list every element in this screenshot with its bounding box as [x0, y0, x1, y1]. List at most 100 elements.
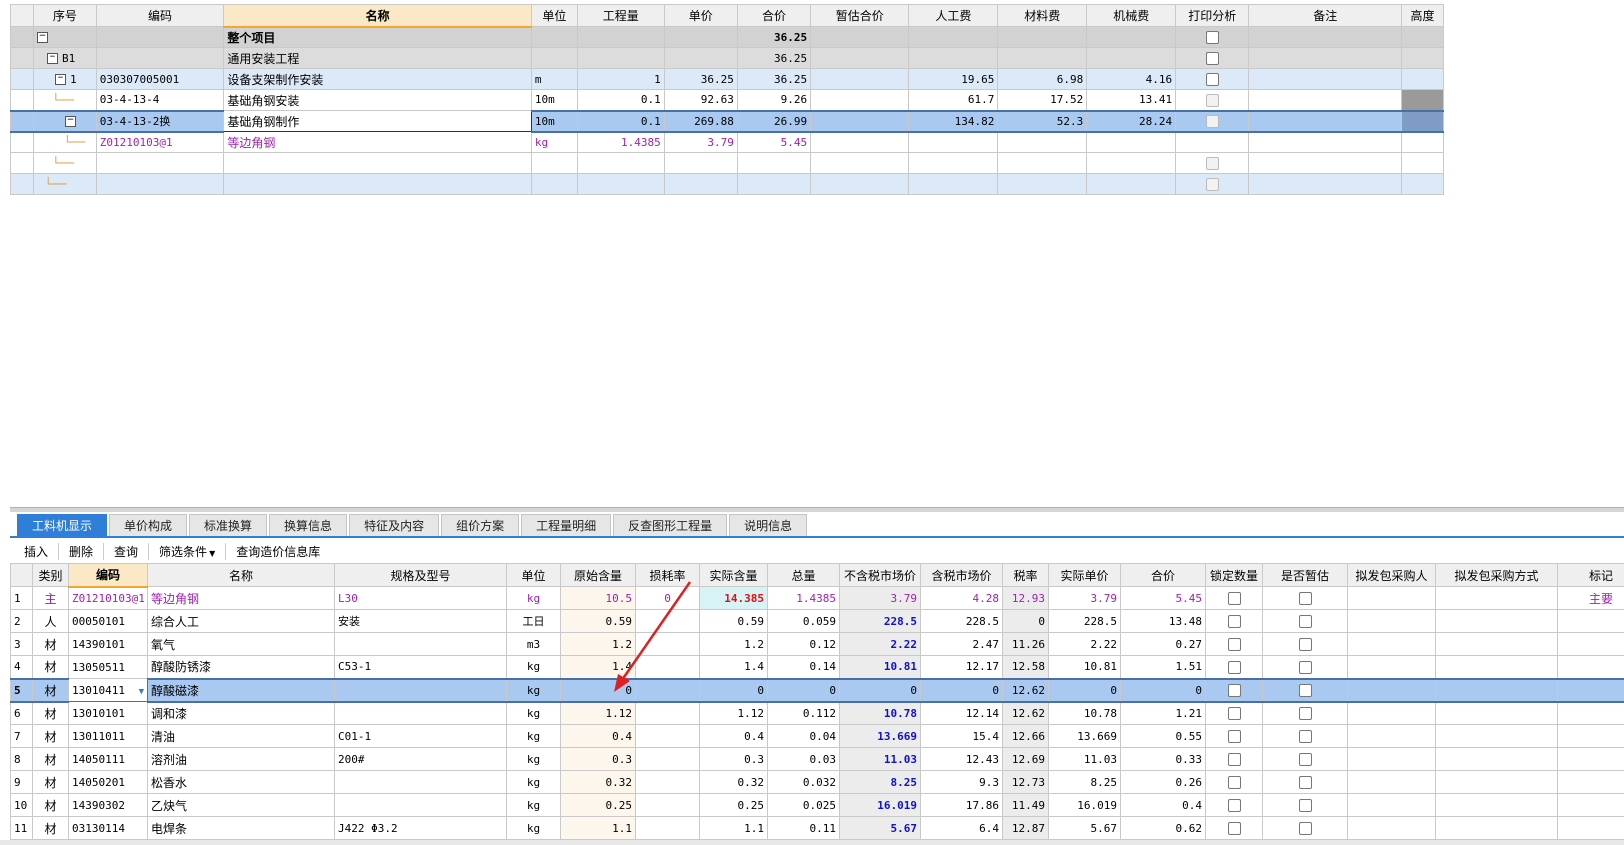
tab-unit-price-composition[interactable]: 单价构成	[109, 514, 188, 537]
table-row-selected[interactable]: 5 材 13010411 ▼ 醇酸磁漆 kg 0 0 0 0 0 12.62 0 0	[10, 677, 1624, 703]
purchase-method-cell[interactable]	[1435, 609, 1558, 633]
tax-rate-cell[interactable]: 0	[1002, 609, 1049, 633]
price-ex-tax-cell[interactable]: 2.22	[839, 632, 921, 656]
lock-qty-cell[interactable]	[1205, 632, 1263, 656]
tax-rate-cell[interactable]: 12.69	[1002, 747, 1049, 771]
query-button[interactable]: 查询	[104, 542, 150, 560]
orig-content-cell[interactable]: 0.4	[560, 724, 636, 748]
checkbox[interactable]	[1227, 753, 1241, 766]
name-cell[interactable]: 等边角钢	[147, 586, 335, 610]
code-cell[interactable]: Z01210103@1	[95, 131, 225, 153]
price-in-tax-cell[interactable]: 17.86	[920, 793, 1003, 817]
loss-rate-cell[interactable]	[635, 793, 700, 817]
price-ex-tax-cell[interactable]: 3.79	[839, 586, 921, 610]
name-cell[interactable]: 清油	[147, 724, 335, 748]
loss-rate-cell[interactable]	[635, 724, 700, 748]
empty-cell[interactable]	[223, 173, 532, 195]
tab-standard-conversion[interactable]: 标准换算	[189, 514, 268, 537]
price-ex-tax-cell[interactable]: 10.78	[839, 701, 921, 725]
table-row[interactable]: 3 材 14390101 氧气 m3 1.2 1.2 0.12 2.22 2.47 11.26 2.2…	[10, 632, 1624, 656]
code-cell[interactable]: 03-4-13-2换	[95, 109, 225, 133]
seq-cell[interactable]: └──	[33, 131, 97, 153]
delete-button[interactable]: 删除	[59, 542, 105, 560]
spec-cell[interactable]: 安装	[334, 609, 507, 633]
dropdown-caret-icon[interactable]: ▼	[139, 687, 144, 697]
upper-item-grid[interactable]: 序号 编码 名称 单位 工程量 单价 合价 暂估合价 人工费 材料费 机械费 打…	[10, 4, 1444, 195]
type-cell[interactable]: 材	[32, 632, 69, 656]
price-ex-tax-cell[interactable]: 0	[839, 677, 921, 703]
empty-cell[interactable]	[663, 152, 738, 174]
empty-cell[interactable]	[1086, 152, 1177, 174]
col-header-actual-content[interactable]: 实际含量	[699, 563, 768, 587]
spec-cell[interactable]: 200#	[334, 747, 507, 771]
empty-cell[interactable]	[530, 152, 578, 174]
loss-rate-cell[interactable]	[635, 770, 700, 794]
mark-cell[interactable]	[1557, 747, 1624, 771]
name-cell[interactable]: 综合人工	[147, 609, 335, 633]
purchase-method-cell[interactable]	[1435, 793, 1558, 817]
price-ex-tax-cell[interactable]: 16.019	[839, 793, 921, 817]
spec-cell[interactable]	[334, 770, 507, 794]
price-ex-tax-cell[interactable]: 5.67	[839, 816, 921, 840]
actual-content-cell[interactable]: 1.12	[699, 701, 768, 725]
purchase-method-cell[interactable]	[1435, 655, 1558, 679]
name-cell[interactable]: 氧气	[147, 632, 335, 656]
unit-cell[interactable]: kg	[506, 770, 561, 794]
price-in-tax-cell[interactable]: 6.4	[920, 816, 1003, 840]
col-header-total-qty[interactable]: 总量	[767, 563, 840, 587]
price-in-tax-cell[interactable]: 0	[920, 677, 1003, 703]
unit-cell[interactable]: 10m	[530, 109, 578, 133]
purchaser-cell[interactable]	[1347, 609, 1436, 633]
unit-cell[interactable]: kg	[506, 701, 561, 725]
tab-features-content[interactable]: 特征及内容	[349, 514, 440, 537]
table-row[interactable]: 1 主 Z01210103@1 等边角钢 L30 kg 10.5 0 14.385 1.4385 3…	[10, 586, 1624, 610]
qty-cell[interactable]: 1.4385	[576, 131, 665, 153]
height-cell[interactable]	[1401, 68, 1444, 90]
name-cell[interactable]: 松香水	[147, 770, 335, 794]
orig-content-cell[interactable]: 1.1	[560, 816, 636, 840]
unit-cell[interactable]: kg	[506, 586, 561, 610]
code-input-editing[interactable]: 13010411 ▼	[68, 678, 148, 702]
name-cell[interactable]: 等边角钢	[223, 131, 532, 153]
checkbox[interactable]	[1298, 730, 1312, 743]
code-cell[interactable]: 13050511	[68, 655, 148, 679]
price-cell[interactable]	[663, 26, 738, 48]
price-in-tax-cell[interactable]: 4.28	[920, 586, 1003, 610]
unit-cell[interactable]	[530, 26, 578, 48]
code-cell[interactable]: 13010101	[68, 701, 148, 725]
orig-content-cell[interactable]: 0.3	[560, 747, 636, 771]
code-cell[interactable]: 14050111	[68, 747, 148, 771]
unit-cell[interactable]	[530, 47, 578, 69]
checkbox[interactable]	[1298, 822, 1312, 835]
name-cell[interactable]: 通用安装工程	[223, 47, 532, 69]
actual-content-cell[interactable]: 0.3	[699, 747, 768, 771]
loss-rate-cell[interactable]	[635, 816, 700, 840]
print-checkbox[interactable]	[1205, 93, 1219, 107]
purchaser-cell[interactable]	[1347, 677, 1436, 703]
col-header-seq[interactable]: 序号	[33, 4, 97, 27]
loss-rate-cell[interactable]	[635, 677, 700, 703]
seq-cell[interactable]: └──	[33, 173, 97, 195]
checkbox[interactable]	[1227, 638, 1241, 651]
spec-cell[interactable]	[334, 793, 507, 817]
tax-rate-cell[interactable]: 11.26	[1002, 632, 1049, 656]
code-cell[interactable]: 14390101	[68, 632, 148, 656]
checkbox[interactable]	[1227, 799, 1241, 812]
actual-content-cell[interactable]: 0.32	[699, 770, 768, 794]
bottom-scrollbar[interactable]	[0, 840, 1624, 845]
filter-dropdown[interactable]: 筛选条件 ▼	[149, 542, 227, 560]
lock-qty-cell[interactable]	[1205, 655, 1263, 679]
panel-splitter[interactable]	[10, 507, 1624, 512]
name-cell[interactable]: 调和漆	[147, 701, 335, 725]
type-cell[interactable]: 材	[32, 770, 69, 794]
empty-cell[interactable]	[576, 173, 665, 195]
empty-cell[interactable]	[530, 173, 578, 195]
table-row[interactable]: 9 材 14050201 松香水 kg 0.32 0.32 0.032 8.25 9.3 12.73…	[10, 770, 1624, 794]
checkbox[interactable]	[1298, 592, 1312, 605]
table-row[interactable]: − 整个项目 36.25	[10, 26, 1444, 48]
unit-cell[interactable]: kg	[506, 655, 561, 679]
empty-cell[interactable]	[1086, 173, 1177, 195]
col-header-price-ex-tax[interactable]: 不含税市场价	[839, 563, 921, 587]
spec-cell[interactable]	[334, 677, 507, 703]
note-cell[interactable]	[1248, 26, 1403, 48]
